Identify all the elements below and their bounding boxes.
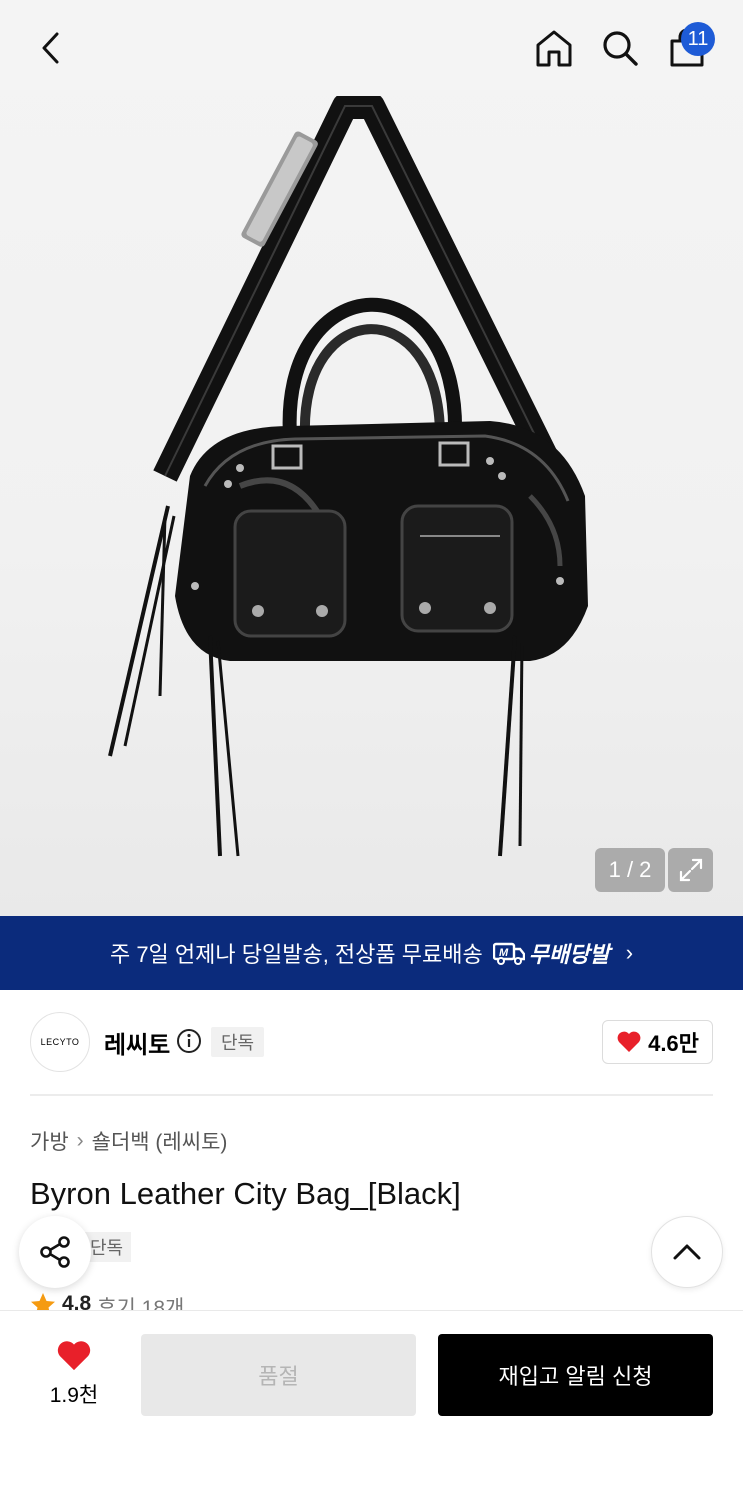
- star-icon: [31, 1293, 55, 1312]
- brand-name[interactable]: 레씨토: [104, 1025, 170, 1060]
- delivery-brand-mark: M 무배당발: [492, 937, 610, 969]
- wishlist-count: 1.9천: [49, 1384, 99, 1407]
- scroll-to-top-button[interactable]: [651, 1216, 723, 1288]
- home-button[interactable]: [528, 22, 580, 74]
- truck-icon: M: [492, 942, 525, 965]
- product-image-gallery[interactable]: 11 1 / 2: [0, 0, 743, 916]
- heart-icon: [617, 1031, 641, 1052]
- breadcrumb-subcategory[interactable]: 숄더백 (레씨토): [92, 1126, 228, 1156]
- expand-icon: [679, 858, 702, 882]
- chevron-right-icon: ›: [625, 940, 634, 965]
- home-icon: [536, 30, 572, 67]
- section-divider: [30, 1094, 713, 1096]
- cart-count-badge: 11: [681, 22, 715, 56]
- exclusive-badge: 단독: [211, 1027, 265, 1057]
- shipping-promo-banner[interactable]: 주 7일 언제나 당일발송, 전상품 무료배송 M 무배당발 ›: [0, 916, 743, 990]
- share-icon: [40, 1236, 70, 1268]
- chevron-up-icon: [673, 1244, 701, 1260]
- wishlist-button[interactable]: 1.9천: [34, 1339, 114, 1409]
- restock-alert-button[interactable]: 재입고 알림 신청: [438, 1334, 713, 1416]
- rating-score: 4.8: [62, 1292, 92, 1312]
- brand-row: LECYTO 레씨토 단독 4.6만: [0, 1010, 743, 1074]
- banner-text: 주 7일 언제나 당일발송, 전상품 무료배송: [109, 942, 483, 967]
- rating-row[interactable]: 4.8 후기 18개: [30, 1292, 184, 1312]
- chevron-right-icon: ›: [76, 1129, 84, 1152]
- delivery-brand-label: 무배당발: [528, 942, 610, 967]
- product-photo: [108, 96, 588, 857]
- search-button[interactable]: [594, 22, 646, 74]
- top-navigation-bar: 11: [0, 0, 743, 96]
- product-title: Byron Leather City Bag_[Black]: [30, 1176, 461, 1211]
- fullscreen-button[interactable]: [668, 848, 713, 892]
- search-icon: [603, 31, 638, 66]
- breadcrumb-category[interactable]: 가방: [30, 1126, 69, 1156]
- heart-icon: [57, 1341, 91, 1371]
- chevron-left-icon: [42, 32, 59, 64]
- brand-logo-text: LECYTO: [40, 1037, 80, 1047]
- image-pager: 1 / 2: [595, 848, 665, 892]
- bottom-action-bar: 1.9천 품절 재입고 알림 신청: [0, 1310, 743, 1500]
- back-button[interactable]: [26, 22, 78, 74]
- brand-like-button[interactable]: 4.6만: [602, 1020, 713, 1064]
- brand-like-count: 4.6만: [648, 1031, 699, 1056]
- brand-logo[interactable]: LECYTO: [30, 1012, 90, 1072]
- review-count: 후기 18개: [97, 1297, 185, 1312]
- breadcrumb: 가방 › 숄더백 (레씨토): [30, 1126, 227, 1156]
- soldout-button: 품절: [141, 1334, 416, 1416]
- info-icon[interactable]: [176, 1028, 202, 1054]
- share-button[interactable]: [19, 1216, 91, 1288]
- truck-brand-letter: M: [499, 947, 509, 959]
